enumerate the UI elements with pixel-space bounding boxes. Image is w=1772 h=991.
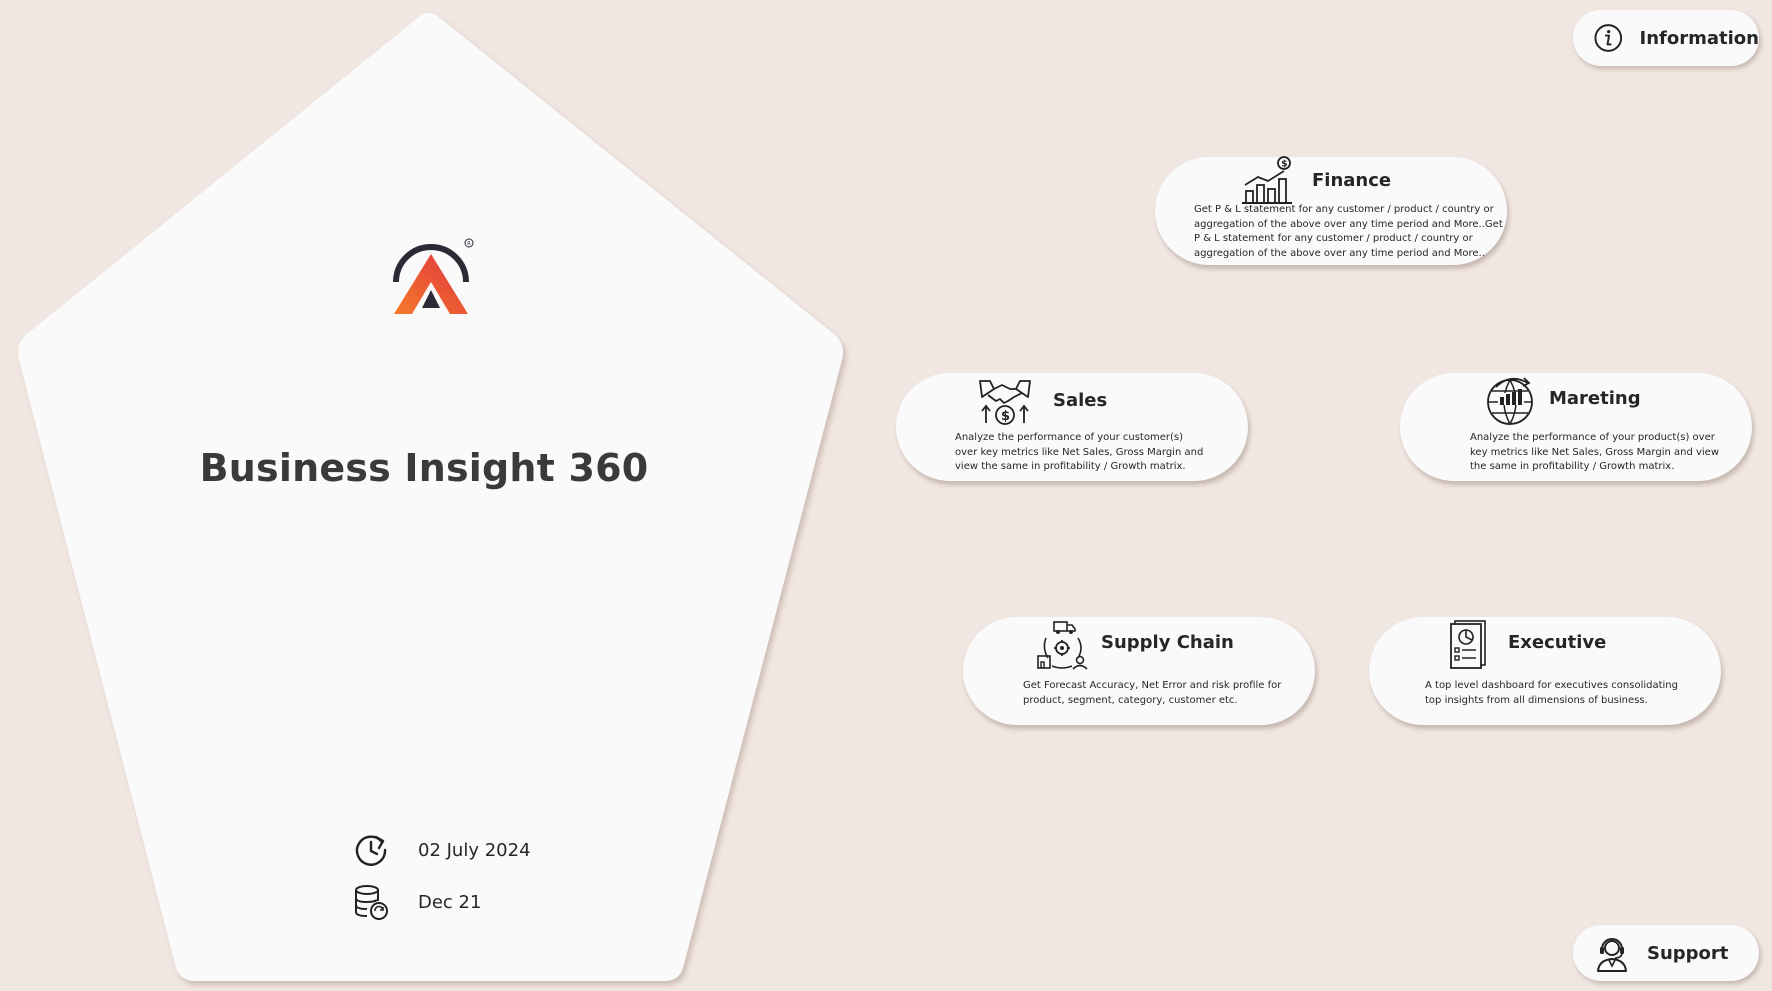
marketing-title: Mareting bbox=[1549, 388, 1641, 409]
executive-report-icon bbox=[1450, 620, 1486, 669]
info-icon bbox=[1594, 24, 1623, 52]
svg-text:$: $ bbox=[1281, 160, 1287, 170]
database-sync-icon bbox=[355, 885, 388, 920]
marketing-description: Analyze the performance of your product(… bbox=[1470, 432, 1720, 473]
last-refresh-date: 02 July 2024 bbox=[418, 839, 531, 861]
information-button[interactable]: Information bbox=[1573, 10, 1759, 66]
supply-chain-icon bbox=[1037, 621, 1088, 670]
data-period-value: Dec 21 bbox=[418, 891, 482, 913]
home-page: R Business Insight 360 02 July 2024 Dec … bbox=[0, 0, 1772, 991]
supply-chain-description: Get Forecast Accuracy, Net Error and ris… bbox=[1023, 680, 1282, 706]
svg-text:$: $ bbox=[1001, 409, 1010, 424]
title-pentagon-panel bbox=[18, 13, 843, 981]
support-button[interactable]: Support bbox=[1573, 925, 1759, 981]
globe-growth-icon bbox=[1487, 377, 1533, 426]
finance-module-card[interactable]: $ Finance Get P & L statement for any cu… bbox=[1155, 156, 1507, 265]
handshake-dollar-icon: $ bbox=[979, 380, 1031, 425]
brand-logo-icon: R bbox=[393, 238, 474, 314]
executive-title: Executive bbox=[1508, 632, 1607, 653]
svg-text:R: R bbox=[467, 241, 471, 247]
finance-description: Get P & L statement for any customer / p… bbox=[1194, 204, 1503, 259]
executive-description: A top level dashboard for executives con… bbox=[1425, 680, 1678, 706]
finance-title: Finance bbox=[1312, 170, 1392, 191]
data-period-row: Dec 21 bbox=[352, 883, 481, 921]
supply-chain-module-card[interactable]: Supply Chain Get Forecast Accuracy, Net … bbox=[963, 617, 1315, 725]
app-title: Business Insight 360 bbox=[199, 446, 649, 490]
executive-module-card[interactable]: Executive A top level dashboard for exec… bbox=[1369, 617, 1721, 725]
sales-module-card[interactable]: $ Sales Analyze the performance of your … bbox=[896, 373, 1248, 481]
sales-title: Sales bbox=[1053, 390, 1108, 411]
refresh-clock-icon bbox=[355, 835, 387, 866]
support-agent-icon bbox=[1597, 938, 1627, 972]
sales-description: Analyze the performance of your customer… bbox=[955, 432, 1204, 473]
information-label: Information bbox=[1639, 27, 1759, 49]
support-label: Support bbox=[1647, 942, 1729, 964]
last-refresh-row: 02 July 2024 bbox=[352, 831, 531, 869]
finance-chart-icon: $ bbox=[1242, 156, 1292, 204]
marketing-module-card[interactable]: Mareting Analyze the performance of your… bbox=[1400, 373, 1752, 481]
supply-chain-title: Supply Chain bbox=[1101, 632, 1234, 653]
